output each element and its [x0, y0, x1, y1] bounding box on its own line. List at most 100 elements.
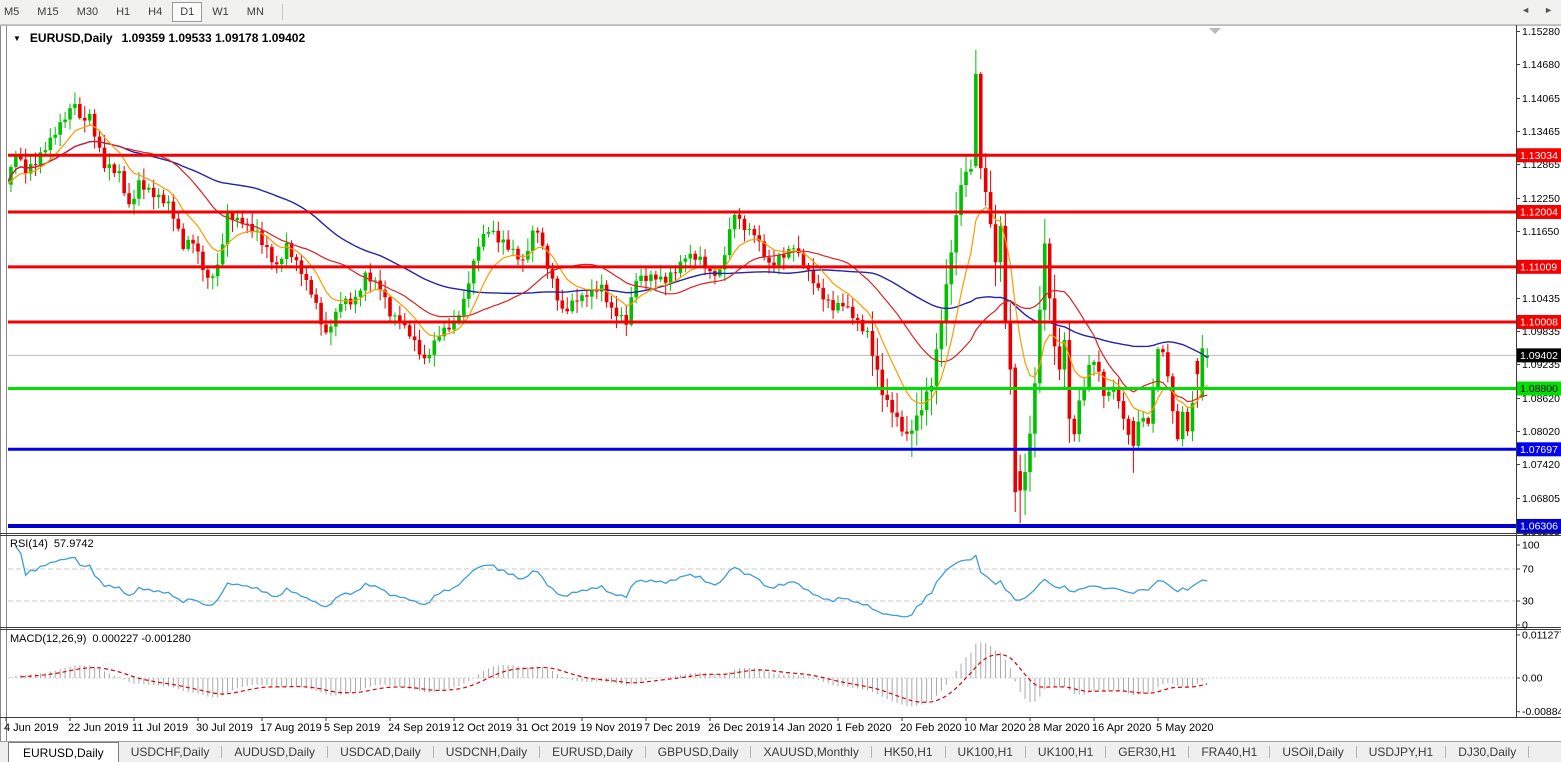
price-axis-tick-label: 1.10435: [1522, 293, 1560, 305]
timeframe-button-m15[interactable]: M15: [29, 2, 66, 22]
symbol-tab-usdchf-daily[interactable]: USDCHF,Daily: [119, 742, 222, 762]
rsi-axis: 10070300: [1516, 540, 1540, 632]
symbol-tab-usdcnh-daily[interactable]: USDCNH,Daily: [434, 742, 539, 762]
level-price-badge-label: 1.07697: [1520, 444, 1558, 456]
pane-separators: [0, 534, 1561, 718]
tabbar-scroll-right-icon[interactable]: ►: [1544, 5, 1553, 15]
symbol-tab-usdcad-daily[interactable]: USDCAD,Daily: [328, 742, 433, 762]
ma-mid-line: [6, 141, 1207, 401]
price-axis-tick-label: 1.12250: [1522, 193, 1560, 205]
rsi-axis-tick-label: 30: [1522, 596, 1534, 608]
date-axis-label: 19 Nov 2019: [580, 722, 642, 734]
rsi-line: [16, 547, 1207, 617]
macd-pane: [6, 642, 1516, 706]
symbol-tab-dj30-daily[interactable]: DJ30,Daily: [1446, 742, 1528, 762]
moving-averages-group: [6, 125, 1207, 414]
symbol-tab-hk50-h1[interactable]: HK50,H1: [872, 742, 945, 762]
date-axis-label: 28 Mar 2020: [1028, 722, 1090, 734]
symbol-dropdown-icon[interactable]: ▼: [13, 34, 21, 43]
timeframe-toolbar: M5M15M30H1H4D1W1MN: [0, 0, 1561, 25]
symbol-tab-uk100-h1[interactable]: UK100,H1: [1026, 742, 1105, 762]
symbol-tab-uk100-h1[interactable]: UK100,H1: [946, 742, 1025, 762]
timeframe-button-mn[interactable]: MN: [239, 2, 272, 22]
macd-value: 0.000227 -0.001280: [92, 633, 190, 645]
price-axis[interactable]: 1.152801.146801.140651.134651.128651.122…: [1516, 25, 1561, 717]
level-price-badge-label: 1.06306: [1520, 520, 1558, 532]
date-axis-label: 26 Dec 2019: [708, 722, 770, 734]
chart-ohlc-values: 1.09359 1.09533 1.09178 1.09402: [122, 31, 306, 45]
date-axis-label: 20 Feb 2020: [900, 722, 962, 734]
rsi-axis-tick-label: 70: [1522, 564, 1534, 576]
macd-name: MACD(12,26,9): [10, 633, 86, 645]
timeframe-button-h4[interactable]: H4: [140, 2, 170, 22]
symbol-tab-usdjpy-h1[interactable]: USDJPY,H1: [1357, 742, 1445, 762]
horizontal-lines-group[interactable]: [8, 155, 1516, 526]
price-axis-tick-label: 1.11650: [1522, 226, 1559, 238]
symbol-tab-ger30-h1[interactable]: GER30,H1: [1106, 742, 1188, 762]
chart-symbol-label: EURUSD,Daily: [30, 31, 113, 45]
level-price-badge-label: 1.12004: [1520, 207, 1558, 219]
symbol-tab-fra40-h1[interactable]: FRA40,H1: [1189, 742, 1269, 762]
date-axis-label: 22 Jun 2019: [68, 722, 129, 734]
date-axis-label: 5 May 2020: [1156, 722, 1213, 734]
price-axis-tick-label: 1.07420: [1522, 459, 1560, 471]
tab-separator: [1528, 746, 1529, 758]
symbol-tab-eurusd-daily[interactable]: EURUSD,Daily: [540, 742, 645, 762]
rsi-indicator-label: RSI(14) 57.9742: [10, 538, 94, 550]
rsi-axis-tick-label: 100: [1522, 540, 1540, 552]
date-axis-label: 24 Sep 2019: [388, 722, 450, 734]
symbol-tabbar: EURUSD,DailyUSDCHF,DailyAUDUSD,DailyUSDC…: [0, 741, 1561, 762]
symbol-tab-eurusd-daily[interactable]: EURUSD,Daily: [8, 742, 119, 762]
date-axis[interactable]: 4 Jun 2019 22 Jun 201911 Jul 2019 30 Jul 2…: [4, 717, 1213, 734]
timeframe-button-m30[interactable]: M30: [69, 2, 106, 22]
price-axis-tick-label: 1.06805: [1522, 493, 1560, 505]
level-price-badge-label: 1.11009: [1520, 261, 1557, 273]
date-axis-label: 4 Jun 2019: [4, 722, 58, 734]
macd-axis: 0.011277 0.00 -0.00884: [1516, 629, 1561, 718]
toolbar-separator: [282, 4, 283, 20]
symbol-tab-usoil-daily[interactable]: USOil,Daily: [1270, 742, 1355, 762]
symbol-tab-audusd-daily[interactable]: AUDUSD,Daily: [222, 742, 327, 762]
timeframe-button-h1[interactable]: H1: [108, 2, 138, 22]
symbol-tab-xauusd-monthly[interactable]: XAUUSD,Monthly: [751, 742, 870, 762]
date-axis-label: 10 Mar 2020: [964, 722, 1026, 734]
date-axis-label: 16 Apr 2020: [1092, 722, 1151, 734]
date-axis-label: 12 Oct 2019: [452, 722, 512, 734]
date-axis-label: 7 Dec 2019: [644, 722, 700, 734]
tabbar-scroll-left-icon[interactable]: ◄: [1521, 5, 1530, 15]
timeframe-button-d1[interactable]: D1: [172, 2, 202, 22]
date-axis-label: 5 Sep 2019: [324, 722, 380, 734]
rsi-pane: [8, 547, 1516, 617]
level-price-badge-label: 1.08800: [1520, 383, 1558, 395]
date-axis-label: 17 Aug 2019: [260, 722, 322, 734]
rsi-value: 57.9742: [54, 538, 94, 550]
price-axis-tick-label: 1.13465: [1522, 126, 1560, 138]
symbol-tab-gbpusd-daily[interactable]: GBPUSD,Daily: [646, 742, 751, 762]
timeframe-button-m5[interactable]: M5: [0, 2, 27, 22]
level-price-badge-label: 1.10008: [1520, 316, 1558, 328]
date-axis-label: 31 Oct 2019: [516, 722, 576, 734]
macd-axis-tick-label: 0.00: [1522, 673, 1543, 685]
window-frame: [0, 25, 1561, 762]
date-axis-label: 14 Jan 2020: [772, 722, 833, 734]
price-axis-tick-label: 1.15280: [1522, 26, 1560, 38]
tabbar-scroll-arrows: ◄ ►: [1521, 5, 1553, 15]
macd-indicator-label: MACD(12,26,9) 0.000227 -0.001280: [10, 633, 191, 645]
mt4-chart-window: { "toolbar": { "timeframes": [ {"label":…: [0, 0, 1561, 762]
chart-shift-marker-icon[interactable]: [1209, 28, 1221, 34]
chart-canvas[interactable]: 1.152801.146801.140651.134651.128651.122…: [0, 0, 1561, 762]
date-axis-label: 1 Feb 2020: [836, 722, 892, 734]
date-axis-label: 11 Jul 2019: [132, 722, 188, 734]
level-price-badge-label: 1.13034: [1520, 150, 1558, 162]
rsi-name: RSI(14): [10, 538, 48, 550]
price-axis-tick-label: 1.08020: [1522, 426, 1560, 438]
timeframe-button-w1[interactable]: W1: [204, 2, 237, 22]
candles-group: [4, 50, 1209, 523]
price-axis-tick-label: 1.14680: [1522, 59, 1560, 71]
current-price-badge-label: 1.09402: [1520, 350, 1558, 362]
chart-title: ▼ EURUSD,Daily 1.09359 1.09533 1.09178 1…: [13, 31, 305, 45]
macd-axis-tick-label: 0.011277: [1522, 629, 1561, 641]
date-axis-label: 30 Jul 2019: [196, 722, 253, 734]
price-axis-tick-label: 1.14065: [1522, 93, 1560, 105]
macd-axis-tick-label: -0.00884: [1522, 706, 1561, 718]
